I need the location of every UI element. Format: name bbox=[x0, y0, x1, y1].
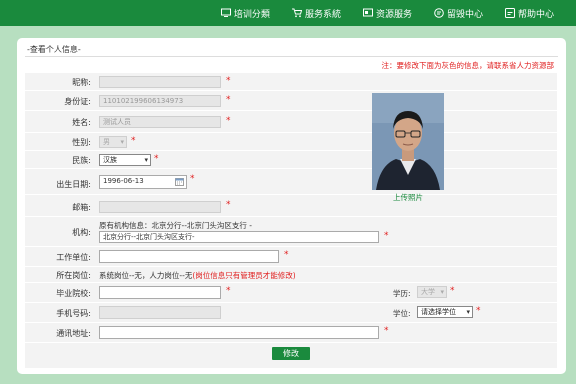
work-unit-field[interactable] bbox=[99, 250, 279, 263]
birth-date-value: 1996-06-13 bbox=[103, 177, 144, 185]
degree-select[interactable]: 请选择学位 ▾ bbox=[417, 306, 473, 318]
nickname-field[interactable] bbox=[99, 76, 221, 88]
panel-title: -查看个人信息- bbox=[27, 45, 81, 54]
chevron-down-icon: ▾ bbox=[466, 308, 470, 316]
required-mark: * bbox=[384, 231, 389, 241]
nav-help[interactable]: 帮助中心 bbox=[504, 7, 554, 20]
upload-photo-link[interactable]: 上传照片 bbox=[393, 192, 423, 203]
row-name: 姓名: 测试人员 * bbox=[25, 111, 557, 133]
nav-service-label: 服务系統 bbox=[304, 9, 341, 20]
required-mark: * bbox=[131, 136, 136, 146]
degree-value: 请选择学位 bbox=[421, 308, 456, 316]
education-label: 学历: bbox=[393, 289, 411, 298]
required-mark: * bbox=[190, 174, 195, 184]
person-photo-image bbox=[372, 93, 444, 190]
phone-field[interactable] bbox=[99, 306, 221, 319]
birth-date-label: 出生日期: bbox=[56, 180, 91, 189]
required-mark: * bbox=[384, 326, 389, 336]
required-mark: * bbox=[476, 306, 481, 316]
row-address: 通讯地址: * bbox=[25, 323, 557, 343]
message-icon bbox=[434, 8, 444, 18]
email-label: 邮箱: bbox=[72, 203, 91, 212]
position-note: (岗位信息只有管理员才能修改) bbox=[192, 271, 296, 280]
nav-training-label: 培训分類 bbox=[233, 9, 270, 20]
required-mark: * bbox=[284, 250, 289, 260]
top-nav-bar: 培训分類 服务系統 资源服务 留毁中心 帮助中心 bbox=[0, 0, 576, 26]
chevron-down-icon: ▾ bbox=[144, 156, 148, 164]
gray-fields-notice: 注：要修改下面为灰色的信息，请联系省人力资源部 bbox=[381, 61, 555, 70]
row-id-card: 身份证: 110102199606134973 * bbox=[25, 91, 557, 111]
name-field[interactable]: 测试人员 bbox=[99, 116, 221, 128]
ethnicity-value: 汉族 bbox=[103, 156, 117, 164]
address-label: 通讯地址: bbox=[56, 329, 91, 338]
required-mark: * bbox=[226, 95, 231, 105]
nav-message[interactable]: 留毁中心 bbox=[434, 7, 483, 20]
ethnicity-label: 民族: bbox=[72, 156, 91, 165]
name-label: 姓名: bbox=[72, 118, 91, 127]
slides-icon bbox=[362, 8, 373, 17]
row-position: 所在岗位: 系统岗位--无，人力岗位--无(岗位信息只有管理员才能修改) bbox=[25, 267, 557, 283]
nav-resource-label: 资源服务 bbox=[375, 9, 412, 20]
cart-icon bbox=[291, 8, 302, 18]
position-label: 所在岗位: bbox=[56, 271, 91, 280]
row-school: 毕业院校: * 学历: 大学 ▾ * bbox=[25, 283, 557, 303]
gender-value: 男 bbox=[103, 138, 110, 146]
divider bbox=[25, 56, 558, 57]
position-text: 系统岗位--无，人力岗位--无(岗位信息只有管理员才能修改) bbox=[99, 270, 296, 281]
ethnicity-select[interactable]: 汉族 ▾ bbox=[99, 154, 151, 166]
modify-button[interactable]: 修改 bbox=[272, 347, 310, 360]
chevron-down-icon: ▾ bbox=[440, 288, 444, 296]
id-card-field[interactable]: 110102199606134973 bbox=[99, 95, 221, 107]
help-icon bbox=[504, 8, 515, 18]
required-mark: * bbox=[226, 200, 231, 210]
gender-select[interactable]: 男 ▾ bbox=[99, 136, 127, 148]
row-birth-date: 出生日期: 1996-06-13 * bbox=[25, 169, 557, 195]
row-org: 机构: 原有机构信息：北京分行--北京门头沟区支行 - 北京分行--北京门头沟区… bbox=[25, 217, 557, 247]
gender-label: 性别: bbox=[72, 138, 91, 147]
required-mark: * bbox=[226, 76, 231, 86]
required-mark: * bbox=[154, 154, 159, 164]
phone-label: 手机号码: bbox=[56, 309, 91, 318]
monitor-icon bbox=[220, 8, 231, 17]
nav-message-label: 留毁中心 bbox=[446, 9, 483, 20]
birth-date-field[interactable]: 1996-06-13 bbox=[99, 175, 187, 189]
position-value: 系统岗位--无，人力岗位--无 bbox=[99, 271, 193, 280]
row-gender: 性别: 男 ▾ * bbox=[25, 133, 557, 151]
row-nickname: 昵称: * bbox=[25, 73, 557, 91]
org-label: 机构: bbox=[72, 228, 91, 237]
id-card-label: 身份证: bbox=[64, 97, 91, 106]
school-field[interactable] bbox=[99, 286, 221, 299]
nav-training[interactable]: 培训分類 bbox=[220, 7, 270, 20]
degree-label: 学位: bbox=[393, 309, 411, 318]
nav-help-label: 帮助中心 bbox=[517, 9, 554, 20]
original-org-text: 原有机构信息：北京分行--北京门头沟区支行 - bbox=[99, 221, 253, 230]
work-unit-label: 工作单位: bbox=[56, 253, 91, 262]
education-select[interactable]: 大学 ▾ bbox=[417, 286, 447, 298]
row-ethnicity: 民族: 汉族 ▾ * bbox=[25, 151, 557, 169]
school-label: 毕业院校: bbox=[56, 289, 91, 298]
calendar-icon[interactable] bbox=[175, 177, 184, 186]
required-mark: * bbox=[226, 116, 231, 126]
required-mark: * bbox=[450, 286, 455, 296]
nav-resource[interactable]: 资源服务 bbox=[362, 7, 412, 20]
required-mark: * bbox=[226, 286, 231, 296]
profile-panel: -查看个人信息- 注：要修改下面为灰色的信息，请联系省人力资源部 昵称: * 身… bbox=[17, 38, 566, 374]
row-work-unit: 工作单位: * bbox=[25, 247, 557, 267]
email-field[interactable] bbox=[99, 201, 221, 213]
profile-photo bbox=[372, 93, 444, 190]
chevron-down-icon: ▾ bbox=[120, 138, 124, 146]
org-field[interactable]: 北京分行--北京门头沟区支行- bbox=[99, 231, 379, 243]
row-email: 邮箱: * bbox=[25, 195, 557, 217]
profile-form: 昵称: * 身份证: 110102199606134973 * 姓名: 测试人员… bbox=[25, 73, 557, 368]
education-value: 大学 bbox=[421, 288, 435, 296]
nav-service[interactable]: 服务系統 bbox=[291, 7, 341, 20]
address-field[interactable] bbox=[99, 326, 379, 339]
row-phone: 手机号码: 学位: 请选择学位 ▾ * bbox=[25, 303, 557, 323]
nickname-label: 昵称: bbox=[72, 78, 91, 87]
